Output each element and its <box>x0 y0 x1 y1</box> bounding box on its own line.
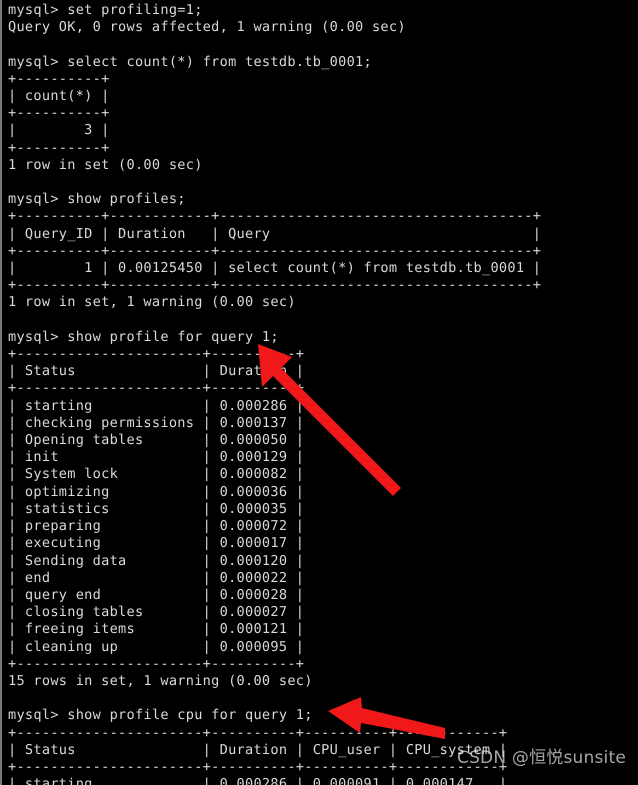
csdn-watermark: CSDN @恒悦sunsite <box>457 748 626 768</box>
terminal-console-output: mysql> set profiling=1; Query OK, 0 rows… <box>8 2 542 785</box>
mysql-terminal-window[interactable]: mysql> set profiling=1; Query OK, 0 rows… <box>0 0 638 785</box>
